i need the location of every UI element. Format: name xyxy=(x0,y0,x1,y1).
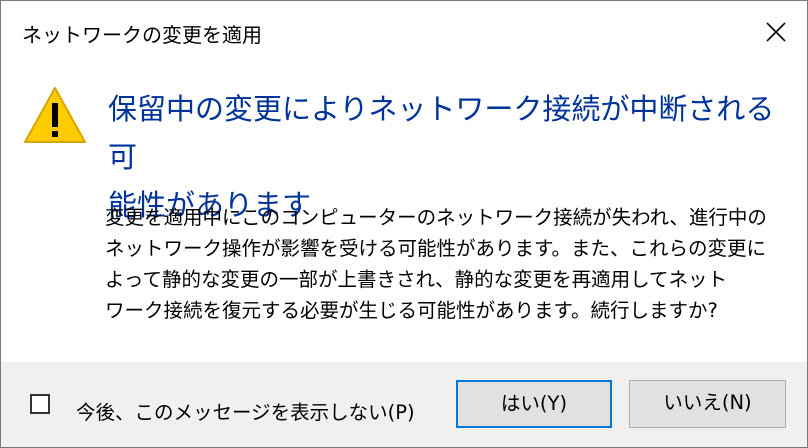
content-text: 変更を適用中にこのコンピューターのネットワーク接続が失われ、進行中の ネットワー… xyxy=(105,202,795,326)
content-line: 変更を適用中にこのコンピューターのネットワーク接続が失われ、進行中の xyxy=(105,206,767,229)
close-icon xyxy=(766,22,786,42)
content-line: ワーク接続を復元する必要が生じる可能性があります。続行しますか? xyxy=(105,299,718,322)
dialog-window: ネットワークの変更を適用 保留中の変更によりネットワーク接続が中断される可 能性… xyxy=(0,0,808,448)
warning-icon xyxy=(24,87,86,143)
content-line: ネットワーク操作が影響を受ける可能性があります。また、これらの変更に xyxy=(105,237,767,260)
window-title: ネットワークの変更を適用 xyxy=(22,23,262,47)
dont-show-again-label[interactable]: 今後、このメッセージを表示しない(P) xyxy=(76,396,415,425)
main-instruction-line: 保留中の変更によりネットワーク接続が中断される可 xyxy=(108,92,775,174)
close-button[interactable] xyxy=(745,1,807,63)
content-line: よって静的な変更の一部が上書きされ、静的な変更を再適用してネット xyxy=(105,268,728,291)
dont-show-again-checkbox[interactable] xyxy=(30,394,50,414)
no-button[interactable]: いいえ(N) xyxy=(629,380,786,428)
yes-button[interactable]: はい(Y) xyxy=(456,380,612,428)
title-bar: ネットワークの変更を適用 xyxy=(1,1,807,63)
footer-area: 今後、このメッセージを表示しない(P) はい(Y) いいえ(N) xyxy=(1,362,807,447)
